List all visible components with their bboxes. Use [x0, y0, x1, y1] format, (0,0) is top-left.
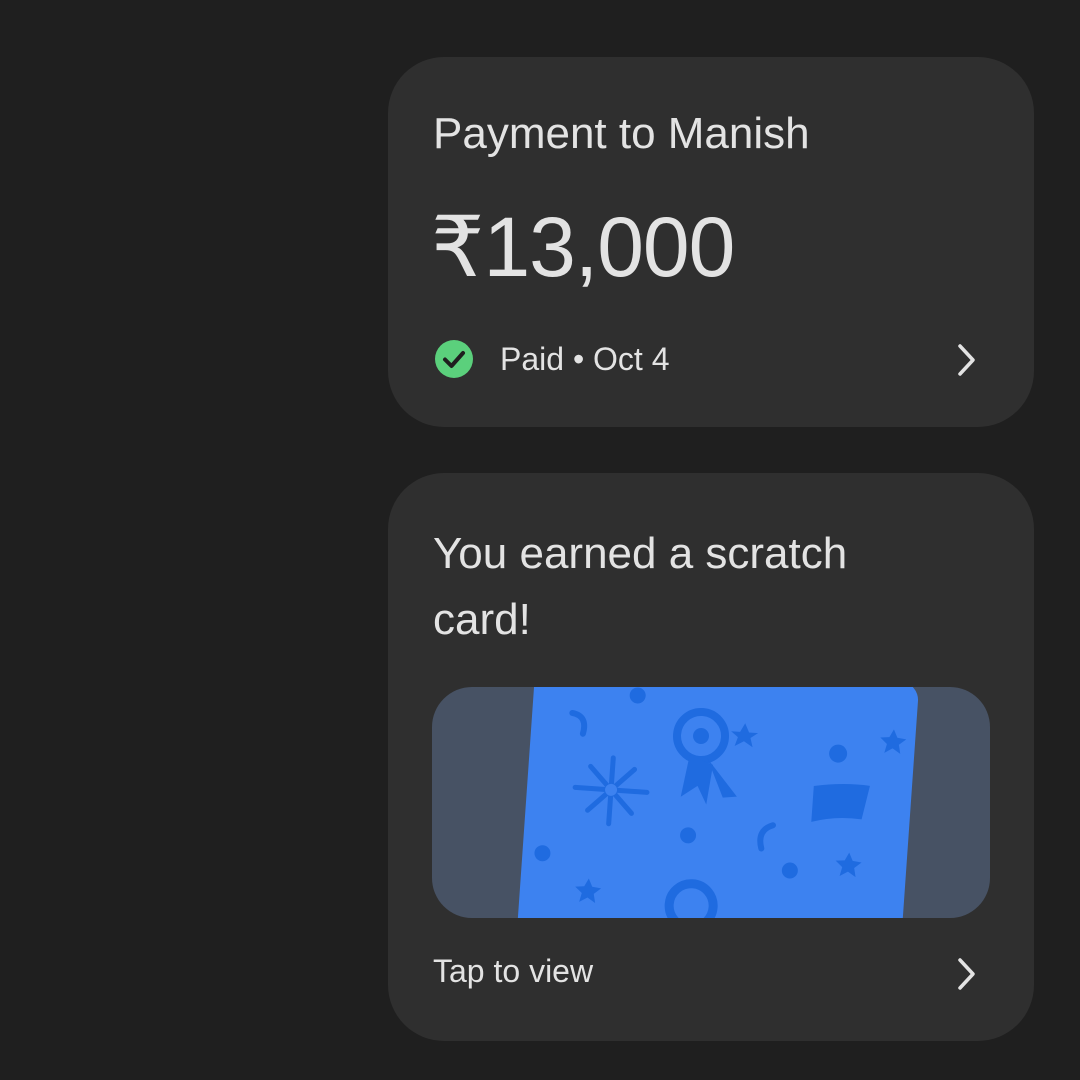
- chevron-right-icon[interactable]: [956, 343, 978, 377]
- payment-status-row: Paid • Oct 4: [434, 339, 670, 379]
- chevron-right-icon[interactable]: [956, 957, 978, 991]
- payment-amount: ₹13,000: [431, 200, 735, 294]
- scratch-card-preview[interactable]: [432, 687, 990, 918]
- check-circle-icon: [435, 340, 473, 378]
- reward-title: You earned a scratch card!: [433, 529, 848, 644]
- payment-title: Payment to Manish: [433, 109, 810, 158]
- scratch-card-reward[interactable]: You earned a scratch card! Tap to view: [388, 473, 1034, 1041]
- tap-to-view-label[interactable]: Tap to view: [433, 953, 593, 990]
- payment-status: Paid • Oct 4: [500, 340, 670, 377]
- scratch-card-illustration: [432, 687, 990, 918]
- payment-card[interactable]: Payment to Manish ₹13,000 Paid • Oct 4: [388, 57, 1034, 427]
